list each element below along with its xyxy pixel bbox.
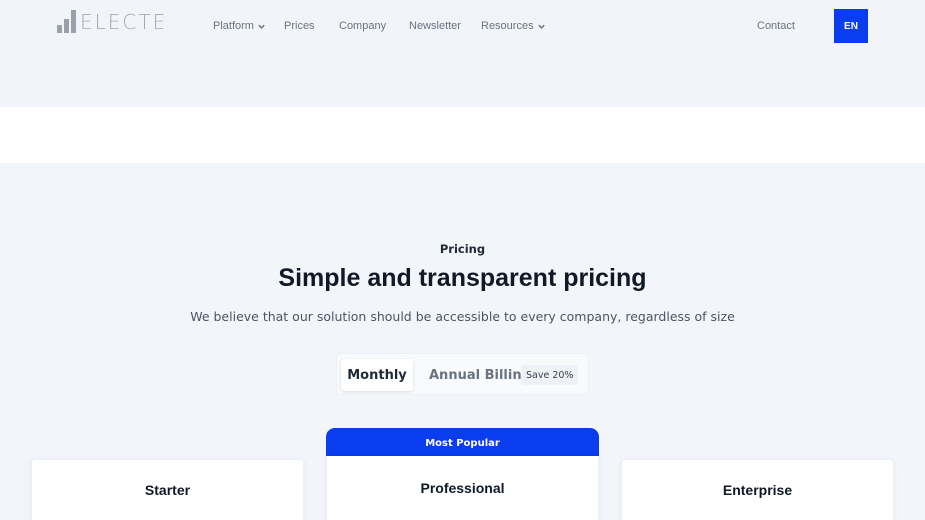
chevron-down-icon: [257, 22, 266, 31]
chevron-down-icon: [537, 22, 546, 31]
page-title: Simple and transparent pricing: [278, 264, 647, 292]
nav-item-label: Resources: [481, 20, 534, 32]
nav-item-contact[interactable]: Contact: [757, 18, 795, 34]
nav-item-label: Platform: [213, 20, 254, 32]
nav-item-platform[interactable]: Platform: [213, 18, 266, 34]
section-divider-band: [0, 107, 925, 163]
most-popular-badge: Most Popular: [326, 428, 599, 458]
billing-toggle: Monthly Annual Billing Save 20%: [336, 353, 589, 395]
nav-item-company[interactable]: Company: [339, 18, 386, 34]
pricing-subtitle: We believe that our solution should be a…: [190, 309, 735, 324]
monthly-billing-tab[interactable]: Monthly: [341, 359, 413, 391]
nav-item-prices[interactable]: Prices: [284, 18, 315, 34]
nav-item-label: Company: [339, 20, 387, 32]
plan-name: Enterprise: [722, 482, 793, 498]
nav-item-label: Newsletter: [409, 20, 461, 32]
brand-logo[interactable]: ELECTE: [57, 9, 167, 33]
annual-billing-tab[interactable]: Annual Billing: [429, 359, 531, 391]
site-header: ELECTE Platform Prices Company Newslette…: [0, 0, 925, 52]
plan-card-professional[interactable]: Professional: [326, 456, 599, 520]
nav-item-label: Contact: [757, 20, 795, 32]
plan-name: Professional: [420, 480, 505, 496]
language-button[interactable]: EN: [834, 9, 868, 43]
save-badge: Save 20%: [521, 365, 579, 385]
plan-name: Starter: [144, 482, 191, 498]
nav-item-newsletter[interactable]: Newsletter: [409, 18, 461, 34]
pricing-eyebrow: Pricing: [439, 242, 486, 256]
brand-name: ELECTE: [80, 10, 168, 34]
bar-chart-logo-icon: [57, 10, 76, 33]
nav-item-resources[interactable]: Resources: [481, 18, 546, 34]
plan-card-enterprise[interactable]: Enterprise: [621, 459, 894, 520]
plan-card-starter[interactable]: Starter: [31, 459, 304, 520]
nav-item-label: Prices: [284, 20, 315, 32]
